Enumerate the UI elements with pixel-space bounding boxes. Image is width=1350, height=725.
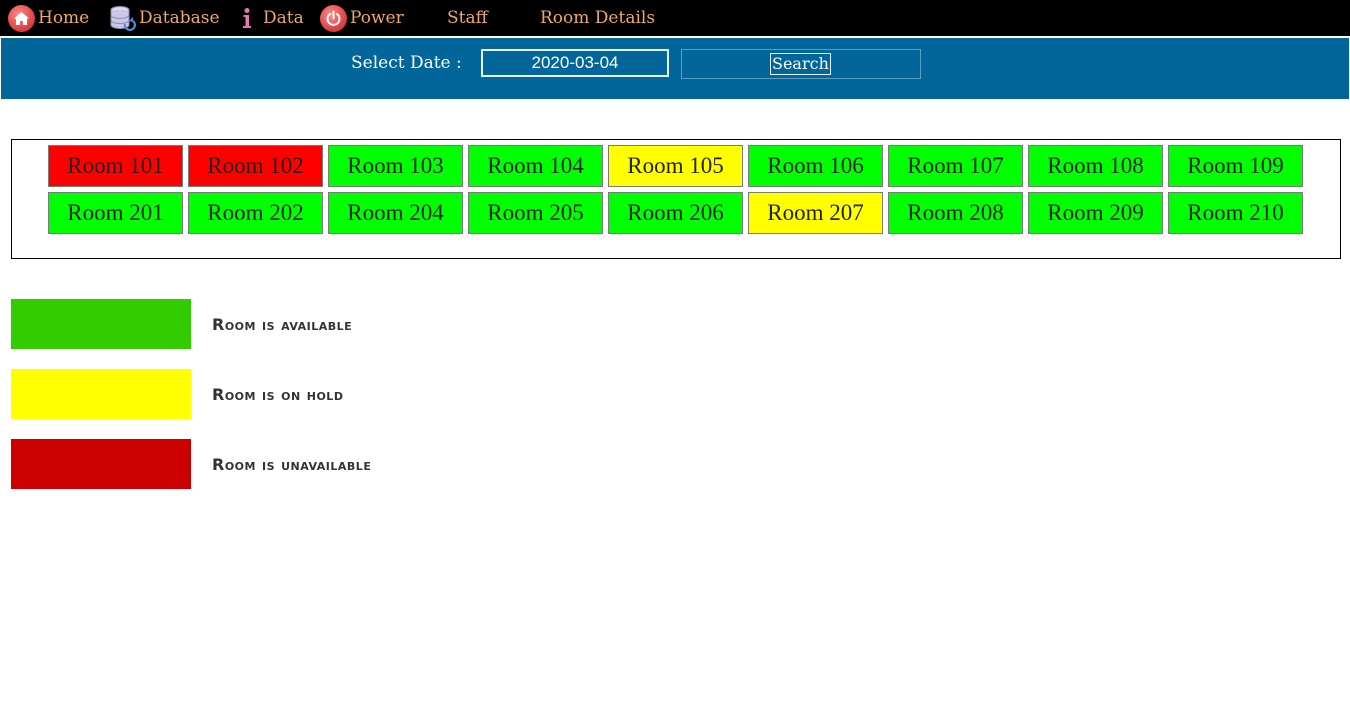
room-tile[interactable]: Room 101: [48, 145, 183, 187]
legend-swatch-unavailable: [11, 439, 191, 489]
search-button[interactable]: Search: [770, 53, 831, 75]
room-tile[interactable]: Room 107: [888, 145, 1023, 187]
room-tile[interactable]: Room 204: [328, 192, 463, 234]
database-icon: [109, 5, 136, 32]
room-tile[interactable]: Room 207: [748, 192, 883, 234]
legend-label-unavailable: Room is unavailable: [212, 455, 372, 474]
room-tile[interactable]: Room 108: [1028, 145, 1163, 187]
room-tile[interactable]: Room 105: [608, 145, 743, 187]
rooms-grid: Room 101 Room 102 Room 103 Room 104 Room 105…: [11, 139, 1341, 259]
nav-database[interactable]: Database: [109, 0, 220, 36]
select-date-label: Select Date :: [351, 53, 462, 73]
nav-staff[interactable]: Staff: [447, 0, 488, 36]
room-tile[interactable]: Room 102: [188, 145, 323, 187]
room-tile[interactable]: Room 209: [1028, 192, 1163, 234]
nav-data[interactable]: Data: [238, 0, 304, 36]
room-tile[interactable]: Room 103: [328, 145, 463, 187]
legend-swatch-on-hold: [11, 369, 191, 419]
nav-room-details[interactable]: Room Details: [540, 0, 655, 36]
info-icon: [238, 7, 256, 29]
nav-room-details-label: Room Details: [540, 8, 656, 28]
room-tile[interactable]: Room 205: [468, 192, 603, 234]
legend-label-on-hold: Room is on hold: [212, 385, 344, 404]
nav-home-label: Home: [38, 8, 90, 28]
room-tile[interactable]: Room 206: [608, 192, 743, 234]
room-tile[interactable]: Room 109: [1168, 145, 1303, 187]
room-tile[interactable]: Room 201: [48, 192, 183, 234]
room-tile[interactable]: Room 106: [748, 145, 883, 187]
date-search-bar: [1, 38, 1349, 99]
room-tile[interactable]: Room 202: [188, 192, 323, 234]
legend-swatch-available: [11, 299, 191, 349]
room-tile[interactable]: Room 210: [1168, 192, 1303, 234]
top-nav: Home Database Data Power Staff Room Deta…: [0, 0, 1350, 36]
room-tile[interactable]: Room 104: [468, 145, 603, 187]
search-button-container[interactable]: Search: [681, 49, 921, 79]
nav-staff-label: Staff: [447, 8, 488, 28]
nav-data-label: Data: [263, 8, 304, 28]
nav-power[interactable]: Power: [320, 0, 404, 36]
home-icon: [8, 4, 35, 32]
legend-label-available: Room is available: [212, 315, 353, 334]
nav-home[interactable]: Home: [8, 0, 89, 36]
nav-power-label: Power: [350, 8, 404, 28]
power-icon: [320, 4, 347, 32]
date-input[interactable]: [481, 49, 669, 77]
nav-database-label: Database: [139, 8, 220, 28]
room-tile[interactable]: Room 208: [888, 192, 1023, 234]
